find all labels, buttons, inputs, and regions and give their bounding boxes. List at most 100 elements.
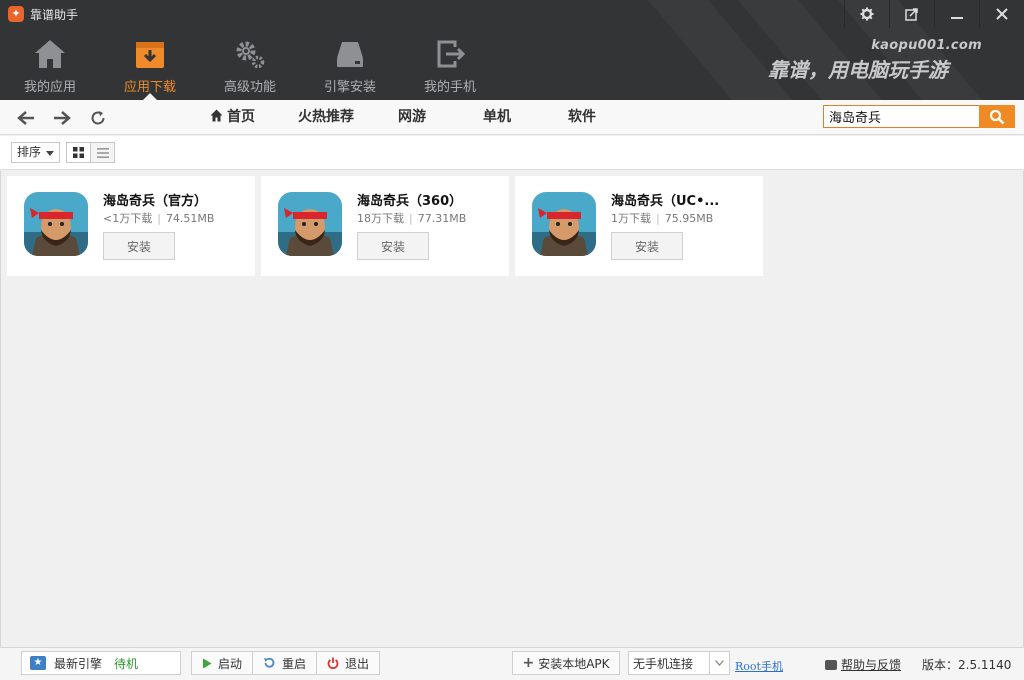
plus-icon: + xyxy=(522,655,535,671)
minimize-icon xyxy=(951,17,963,19)
cat-home[interactable]: 首页 xyxy=(210,100,298,135)
app-size: 74.51MB xyxy=(165,212,215,225)
home-small-icon xyxy=(210,109,223,122)
help-label: 帮助与反馈 xyxy=(841,658,902,672)
start-button[interactable]: 启动 xyxy=(191,651,254,675)
gear-icon xyxy=(860,7,874,21)
window-title: 靠谱助手 xyxy=(30,8,79,22)
play-icon xyxy=(203,658,212,668)
phone-status: 无手机连接 xyxy=(633,656,694,671)
search-input[interactable] xyxy=(823,105,980,128)
category-nav: 首页 火热推荐 网游 单机 软件 xyxy=(210,100,628,135)
app-header: ✦ 靠谱助手 我的应用 应用下载 高级功能 引擎安装 我的手机 kaopu001… xyxy=(0,0,1024,100)
brand-slogan: 靠谱，用电脑玩手游 xyxy=(768,58,948,82)
nav-tab-my-apps[interactable]: 我的应用 xyxy=(0,28,100,100)
status-bar: ★ 最新引擎 待机 启动 重启 退出 + 安装本地APK 无手机连接 Root手… xyxy=(0,647,1024,680)
app-icon xyxy=(24,192,88,256)
download-box-icon xyxy=(136,42,164,68)
start-label: 启动 xyxy=(218,656,243,671)
chat-bubble-icon xyxy=(825,659,837,670)
nav-tab-label: 高级功能 xyxy=(223,80,276,95)
app-card[interactable]: 海岛奇兵（官方） <1万下载 | 74.51MB 安装 xyxy=(7,176,255,276)
exit-label: 退出 xyxy=(345,656,370,671)
app-downloads: 18万下载 xyxy=(357,212,404,225)
app-size: 77.31MB xyxy=(417,212,467,225)
cat-label: 火热推荐 xyxy=(298,109,354,125)
back-button[interactable] xyxy=(16,108,36,128)
nav-tab-advanced[interactable]: 高级功能 xyxy=(200,28,300,100)
app-logo-icon: ✦ xyxy=(8,6,24,22)
install-button[interactable]: 安装 xyxy=(357,232,429,260)
nav-tab-label: 我的应用 xyxy=(23,80,76,95)
grid-icon xyxy=(73,147,84,158)
list-view-button[interactable] xyxy=(90,142,115,163)
cat-label: 首页 xyxy=(227,109,255,125)
title-bar[interactable]: ✦ 靠谱助手 xyxy=(0,0,1024,28)
drive-icon xyxy=(337,42,363,67)
app-size: 75.95MB xyxy=(664,212,714,225)
refresh-button[interactable] xyxy=(88,108,108,128)
gears-icon xyxy=(236,41,265,69)
cat-label: 软件 xyxy=(568,109,596,125)
app-card[interactable]: 海岛奇兵（360） 18万下载 | 77.31MB 安装 xyxy=(261,176,509,276)
restart-icon xyxy=(264,657,275,668)
cat-label: 单机 xyxy=(483,109,511,125)
nav-tab-label: 应用下载 xyxy=(123,80,176,95)
nav-tab-label: 引擎安装 xyxy=(323,80,376,95)
exit-button[interactable]: 退出 xyxy=(317,651,381,675)
arrow-right-icon xyxy=(54,111,71,125)
install-apk-label: 安装本地APK xyxy=(538,656,610,671)
minimize-button[interactable] xyxy=(934,0,979,28)
cat-software[interactable]: 软件 xyxy=(568,100,628,135)
cat-online[interactable]: 网游 xyxy=(398,100,483,135)
close-icon xyxy=(996,8,1008,20)
cat-hot[interactable]: 火热推荐 xyxy=(298,100,398,135)
install-local-apk-button[interactable]: + 安装本地APK xyxy=(512,651,620,675)
app-name: 海岛奇兵（官方） xyxy=(103,194,208,209)
cat-label: 网游 xyxy=(398,109,426,125)
sort-bar: 排序 xyxy=(0,136,1024,170)
engine-controls: 启动 重启 退出 xyxy=(191,651,381,675)
window-controls xyxy=(844,0,1024,28)
chevron-down-icon xyxy=(46,151,54,156)
phone-exit-icon xyxy=(437,40,466,68)
engine-state: 待机 xyxy=(114,656,139,671)
restore-window-icon xyxy=(905,8,918,21)
help-feedback-link[interactable]: 帮助与反馈 xyxy=(825,656,901,673)
nav-tab-engine-install[interactable]: 引擎安装 xyxy=(300,28,400,100)
nav-tab-app-download[interactable]: 应用下载 xyxy=(100,28,200,100)
root-phone-link[interactable]: Root手机 xyxy=(735,658,783,674)
settings-button[interactable] xyxy=(844,0,889,28)
phone-select[interactable]: 无手机连接 xyxy=(628,651,730,675)
app-meta: <1万下载 | 74.51MB xyxy=(103,212,215,225)
sort-dropdown[interactable]: 排序 xyxy=(11,142,60,163)
app-meta: 1万下载 | 75.95MB xyxy=(611,212,714,225)
search-button[interactable] xyxy=(979,105,1015,128)
install-button[interactable]: 安装 xyxy=(103,232,175,260)
cat-single[interactable]: 单机 xyxy=(483,100,568,135)
list-icon xyxy=(96,147,109,158)
restart-button[interactable]: 重启 xyxy=(253,651,318,675)
nav-tab-my-phone[interactable]: 我的手机 xyxy=(400,28,500,100)
app-name: 海岛奇兵（UC•... xyxy=(611,194,720,209)
install-button[interactable]: 安装 xyxy=(611,232,683,260)
app-meta: 18万下载 | 77.31MB xyxy=(357,212,467,225)
refresh-icon xyxy=(91,111,105,125)
engine-status[interactable]: ★ 最新引擎 待机 xyxy=(21,651,181,675)
home-icon xyxy=(35,40,65,68)
version-label: 版本：2.5.1140 xyxy=(922,658,1012,672)
sort-label: 排序 xyxy=(17,145,42,159)
app-icon xyxy=(278,192,342,256)
chevron-down-icon xyxy=(709,652,729,674)
power-icon xyxy=(327,657,339,669)
close-button[interactable] xyxy=(979,0,1024,28)
app-downloads: <1万下载 xyxy=(103,212,153,225)
arrow-left-icon xyxy=(17,111,34,125)
restore-button[interactable] xyxy=(889,0,934,28)
grid-view-button[interactable] xyxy=(66,142,91,163)
forward-button[interactable] xyxy=(52,108,72,128)
main-nav: 我的应用 应用下载 高级功能 引擎安装 我的手机 xyxy=(0,28,500,100)
app-card[interactable]: 海岛奇兵（UC•... 1万下载 | 75.95MB 安装 xyxy=(515,176,763,276)
app-downloads: 1万下载 xyxy=(611,212,651,225)
search-icon xyxy=(989,109,1005,124)
